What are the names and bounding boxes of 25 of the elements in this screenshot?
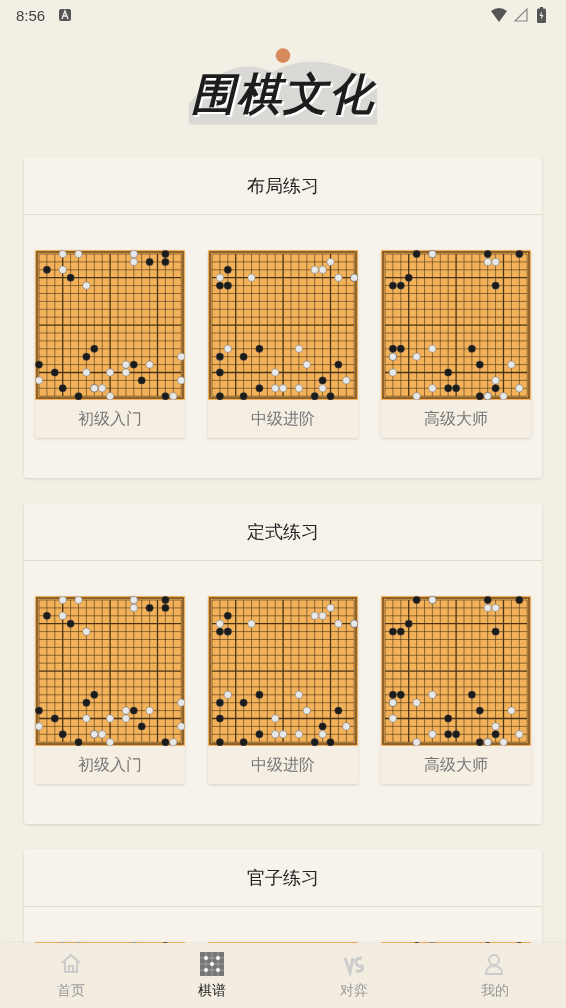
go-board-icon <box>200 951 225 976</box>
nav-tab[interactable]: 棋谱 <box>141 943 283 1008</box>
nav-tab[interactable]: 对弈 <box>283 943 425 1008</box>
battery-icon <box>537 7 546 23</box>
signal-icon <box>513 8 529 22</box>
practice-tile[interactable]: 初级入门 <box>35 250 185 438</box>
practice-tile[interactable]: 高级大师 <box>381 596 531 784</box>
nav-tab[interactable]: 我的 <box>424 943 566 1008</box>
tile-label: 高级大师 <box>423 407 489 430</box>
notification-icon <box>59 9 72 21</box>
wifi-icon <box>491 8 507 22</box>
tile-label: 高级大师 <box>423 753 489 776</box>
section-title: 官子练习 <box>24 849 542 907</box>
tile-label: 中级进阶 <box>250 407 316 430</box>
practice-tile[interactable]: 高级大师 <box>381 250 531 438</box>
tile-label: 初级入门 <box>77 407 143 430</box>
section-title: 定式练习 <box>24 503 542 561</box>
tile-label: 中级进阶 <box>250 753 316 776</box>
practice-tile[interactable]: 初级入门 <box>35 596 185 784</box>
status-time: 8:56 <box>16 6 46 24</box>
practice-tile[interactable]: 中级进阶 <box>208 596 358 784</box>
tile-label: 初级入门 <box>77 753 143 776</box>
nav-tab[interactable]: 首页 <box>0 943 142 1008</box>
section-title: 布局练习 <box>24 157 542 215</box>
practice-tile[interactable]: 中级进阶 <box>208 250 358 438</box>
